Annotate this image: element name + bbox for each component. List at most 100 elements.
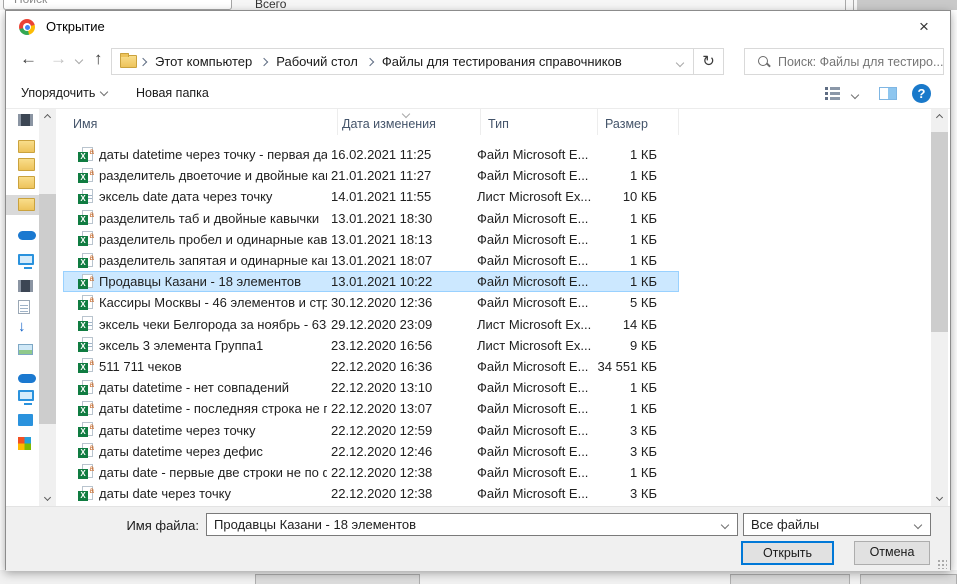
- filetype-select[interactable]: Все файлы: [743, 513, 931, 536]
- column-header-size[interactable]: Размер: [598, 109, 679, 135]
- organize-button[interactable]: Упорядочить: [21, 86, 107, 100]
- back-button[interactable]: ←: [20, 49, 37, 69]
- scrollbar-thumb[interactable]: [39, 194, 56, 424]
- desktop-icon[interactable]: [18, 390, 34, 401]
- onedrive-icon[interactable]: [18, 231, 36, 240]
- folder-icon[interactable]: [18, 158, 35, 171]
- open-button[interactable]: Открыть: [741, 541, 834, 565]
- scroll-down-button[interactable]: [931, 489, 948, 506]
- videos-icon[interactable]: [18, 280, 33, 292]
- downloads-icon[interactable]: ↓: [18, 320, 38, 336]
- navigation-pane[interactable]: ↓: [6, 109, 39, 506]
- file-row[interactable]: Xэксель date дата через точку14.01.2021 …: [63, 186, 679, 207]
- file-row[interactable]: aXдаты datetime - последняя строка не п.…: [63, 398, 679, 419]
- file-row[interactable]: aX511 711 чеков22.12.2020 16:36Файл Micr…: [63, 356, 679, 377]
- file-name: даты datetime через дефис: [94, 444, 327, 459]
- excel-csv-icon: aX: [78, 443, 94, 459]
- file-name: эксель date дата через точку: [94, 189, 327, 204]
- file-row[interactable]: aXКассиры Москвы - 46 элементов и стр...…: [63, 292, 679, 313]
- new-folder-button[interactable]: Новая папка: [136, 86, 209, 100]
- breadcrumb-desktop[interactable]: Рабочий стол: [270, 54, 364, 69]
- file-type: Файл Microsoft E...: [470, 401, 587, 416]
- file-date: 22.12.2020 12:46: [327, 444, 470, 459]
- file-date: 13.01.2021 10:22: [327, 274, 470, 289]
- close-button[interactable]: ×: [910, 15, 938, 39]
- file-row[interactable]: aXдаты datetime через точку22.12.2020 12…: [63, 419, 679, 440]
- divider: [845, 0, 846, 10]
- file-size: 1 КБ: [587, 211, 667, 226]
- background-search-input: Поиск: [3, 0, 232, 10]
- address-dropdown-icon[interactable]: [676, 59, 684, 67]
- file-row[interactable]: aXдаты datetime через точку - первая дат…: [63, 144, 679, 165]
- cloud-icon[interactable]: [18, 374, 36, 383]
- file-row[interactable]: aXразделитель двоеточие и двойные кав...…: [63, 165, 679, 186]
- background-fragment: [255, 574, 420, 584]
- file-row[interactable]: aXразделитель таб и двойные кавычки13.01…: [63, 208, 679, 229]
- file-type: Лист Microsoft Ex...: [470, 338, 587, 353]
- file-date: 14.01.2021 11:55: [327, 189, 470, 204]
- filename-input[interactable]: Продавцы Казани - 18 элементов: [206, 513, 738, 536]
- column-header-name[interactable]: Имя: [58, 109, 338, 135]
- refresh-button[interactable]: ↻: [694, 48, 724, 75]
- file-size: 3 КБ: [587, 486, 667, 501]
- view-details-icon[interactable]: [825, 87, 840, 100]
- file-row[interactable]: aXдаты datetime - нет совпадений22.12.20…: [63, 377, 679, 398]
- excel-csv-icon: aX: [78, 274, 94, 290]
- background-total-label: Всего: [255, 0, 286, 10]
- file-row[interactable]: Xэксель 3 элемента Группа123.12.2020 16:…: [63, 335, 679, 356]
- divider: [853, 0, 854, 10]
- breadcrumb-current-folder[interactable]: Файлы для тестирования справочников: [376, 54, 628, 69]
- background-window-bottom: [0, 570, 957, 584]
- network-icon[interactable]: [18, 437, 31, 450]
- file-row[interactable]: aXПродавцы Казани - 18 элементов13.01.20…: [63, 271, 679, 292]
- excel-sheet-icon: X: [78, 316, 94, 332]
- scroll-down-button[interactable]: [39, 489, 56, 506]
- list-scrollbar[interactable]: [931, 109, 948, 506]
- file-row[interactable]: aXдаты datetime через дефис22.12.2020 12…: [63, 441, 679, 462]
- breadcrumb-this-pc[interactable]: Этот компьютер: [149, 54, 258, 69]
- folder-icon[interactable]: [18, 176, 35, 189]
- address-bar[interactable]: Этот компьютер Рабочий стол Файлы для те…: [111, 48, 694, 75]
- file-row[interactable]: aXдаты date через точку22.12.2020 12:38Ф…: [63, 483, 679, 504]
- chevron-down-icon: [721, 521, 729, 529]
- main-area: ↓ Имя Дата изменения Тип Размер aXдаты d…: [6, 109, 950, 506]
- file-row[interactable]: aXразделитель пробел и одинарные кавы...…: [63, 229, 679, 250]
- forward-button[interactable]: →: [50, 49, 67, 69]
- file-date: 22.12.2020 13:07: [327, 401, 470, 416]
- pictures-icon[interactable]: [18, 344, 33, 355]
- file-row[interactable]: aXдаты date - первые две строки не по ф.…: [63, 462, 679, 483]
- scrollbar-thumb[interactable]: [931, 132, 948, 332]
- film-icon[interactable]: [18, 114, 33, 126]
- this-pc-icon[interactable]: [18, 254, 34, 265]
- file-size: 5 КБ: [587, 295, 667, 310]
- search-box[interactable]: Поиск: Файлы для тестиро...: [744, 48, 944, 75]
- file-row[interactable]: aXразделитель запятая и одинарные кавы..…: [63, 250, 679, 271]
- file-size: 34 551 КБ: [587, 359, 667, 374]
- file-row[interactable]: Xэксель чеки Белгорода за ноябрь - 638 .…: [63, 314, 679, 335]
- file-size: 1 КБ: [587, 147, 667, 162]
- folder-icon[interactable]: [18, 198, 35, 211]
- scroll-up-button[interactable]: [39, 109, 56, 126]
- resize-grip[interactable]: [937, 559, 947, 569]
- file-size: 14 КБ: [587, 317, 667, 332]
- view-dropdown-icon[interactable]: [851, 91, 859, 99]
- preview-pane-icon[interactable]: [879, 87, 897, 100]
- excel-csv-icon: aX: [78, 210, 94, 226]
- folder-icon[interactable]: [18, 140, 35, 153]
- file-date: 16.02.2021 11:25: [327, 147, 470, 162]
- help-button[interactable]: ?: [912, 84, 931, 103]
- drive-icon[interactable]: [18, 414, 33, 426]
- scroll-up-button[interactable]: [931, 109, 948, 126]
- history-dropdown-icon[interactable]: [75, 56, 83, 64]
- sidebar-scrollbar[interactable]: [39, 109, 56, 506]
- excel-csv-icon: aX: [78, 464, 94, 480]
- file-name: даты datetime через точку - первая дат..…: [94, 147, 327, 162]
- documents-icon[interactable]: [18, 300, 30, 314]
- column-header-type[interactable]: Тип: [481, 109, 598, 135]
- up-button[interactable]: ↑: [94, 49, 103, 69]
- excel-csv-icon: aX: [78, 295, 94, 311]
- file-date: 22.12.2020 16:36: [327, 359, 470, 374]
- file-date: 23.12.2020 16:56: [327, 338, 470, 353]
- cancel-button[interactable]: Отмена: [854, 541, 930, 565]
- file-name: даты datetime через точку: [94, 423, 327, 438]
